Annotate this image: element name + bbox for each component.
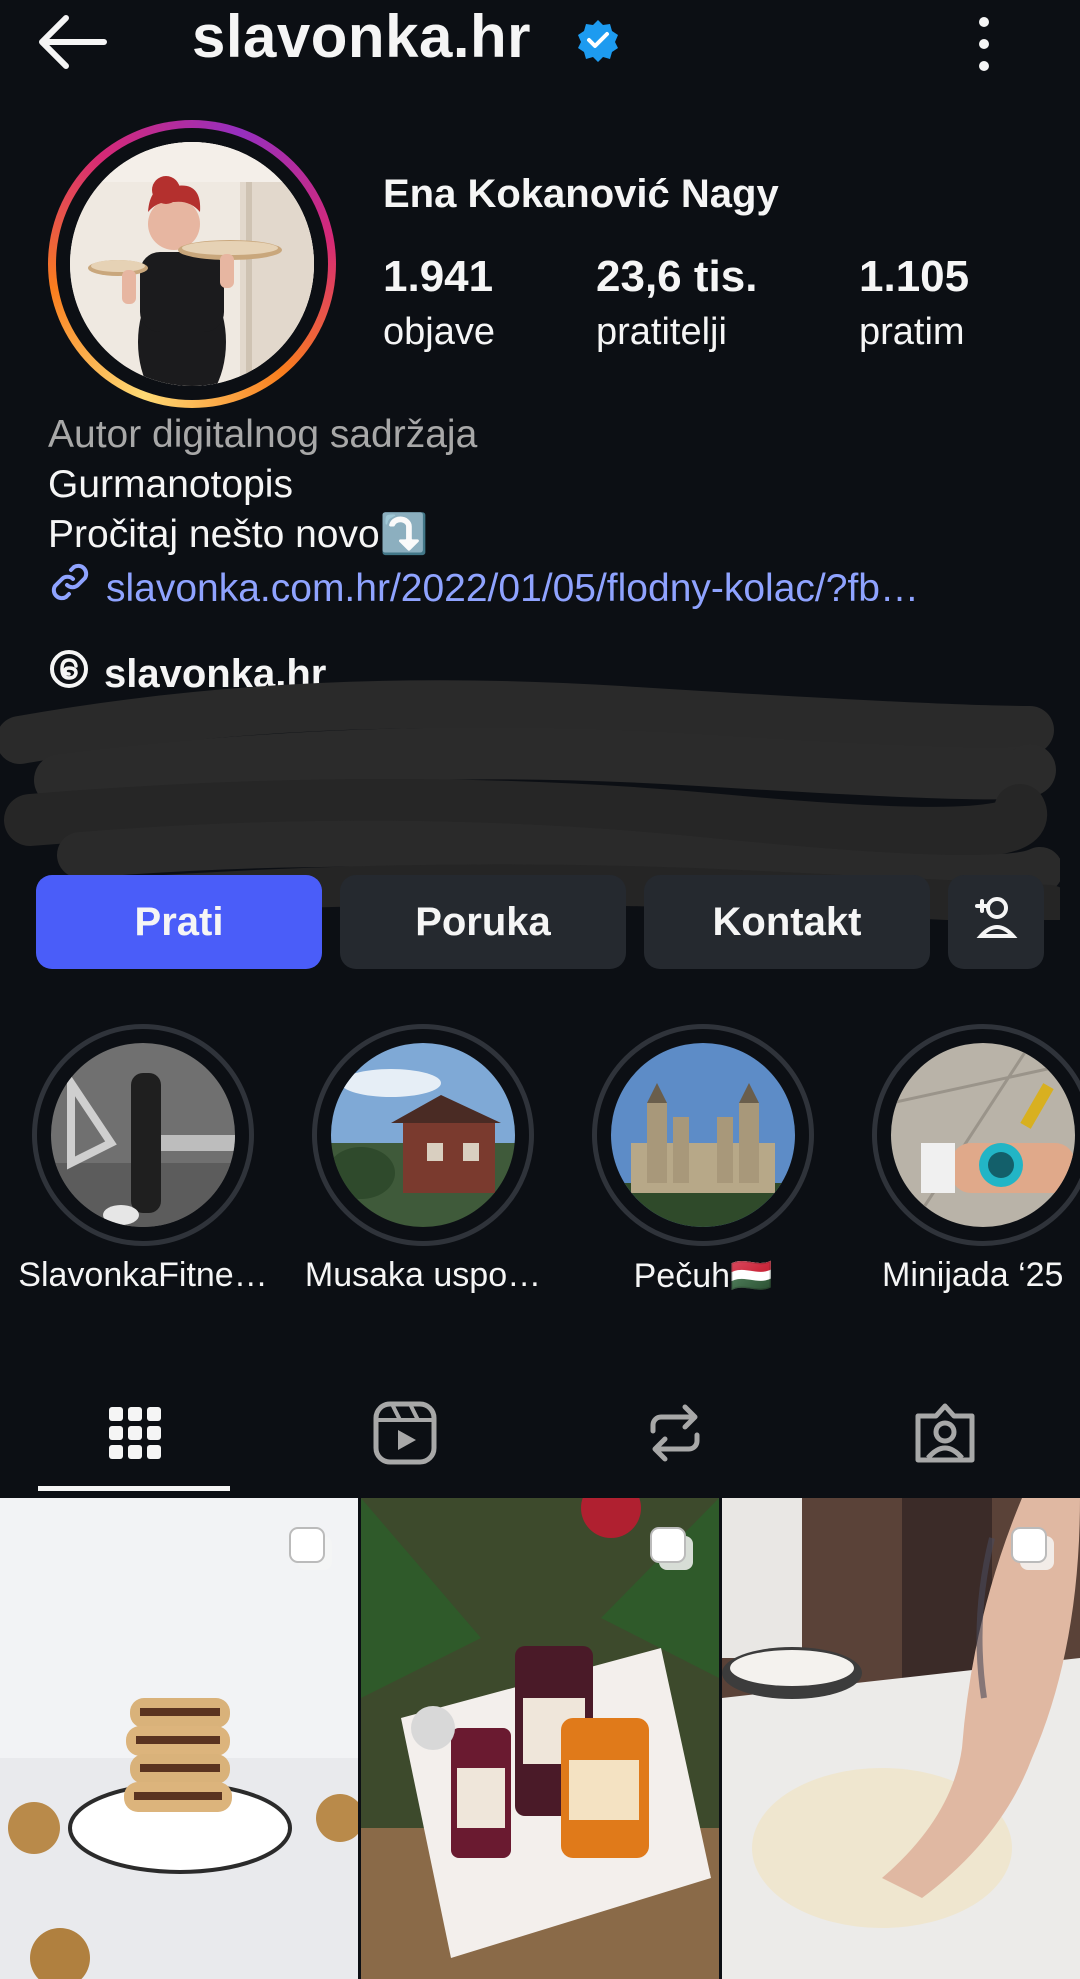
avatar[interactable] [70, 142, 314, 386]
bio: Autor digitalnog sadržaja Gurmanotopis P… [48, 410, 1048, 617]
stat-posts-label: objave [383, 311, 495, 353]
more-options-icon[interactable] [960, 8, 1008, 78]
stat-followers-count: 23,6 tis. [596, 252, 758, 301]
highlight-label: Pečuh🇭🇺 [633, 1257, 773, 1295]
tagged-icon [912, 1400, 978, 1471]
follow-button[interactable]: Prati [36, 875, 322, 969]
stat-following-label: pratim [859, 311, 965, 353]
bio-link-text: slavonka.com.hr/2022/01/05/flodny-kolac/… [106, 566, 919, 610]
grid-icon [107, 1405, 163, 1466]
tab-grid[interactable] [0, 1380, 270, 1490]
multiple-posts-icon [286, 1524, 336, 1574]
bio-line-1: Gurmanotopis [48, 463, 293, 506]
highlight-cover [611, 1043, 795, 1227]
post-thumbnail[interactable] [722, 1498, 1080, 1979]
stat-followers-label: pratitelji [596, 311, 727, 353]
bio-category: Autor digitalnog sadržaja [48, 413, 478, 456]
contact-button[interactable]: Kontakt [644, 875, 930, 969]
post-thumbnail[interactable] [361, 1498, 719, 1979]
tab-reposts[interactable] [540, 1380, 810, 1490]
post-thumbnail[interactable] [0, 1498, 358, 1979]
tab-tagged[interactable] [810, 1380, 1080, 1490]
link-icon [48, 560, 92, 617]
stat-posts[interactable]: 1.941 objave [383, 250, 495, 360]
verified-badge-icon [576, 18, 620, 62]
story-ring[interactable] [48, 120, 336, 408]
highlight-label: Minijada ‘25 [882, 1256, 1064, 1294]
highlight-cover [51, 1043, 235, 1227]
tab-reels[interactable] [270, 1380, 540, 1490]
profile-handle: slavonka.hr [192, 3, 531, 70]
message-button[interactable]: Poruka [340, 875, 626, 969]
stat-following-count: 1.105 [859, 252, 970, 301]
stat-followers[interactable]: 23,6 tis. pratitelji [596, 250, 757, 360]
multiple-posts-icon [647, 1524, 697, 1574]
reels-icon [372, 1400, 438, 1471]
add-user-button[interactable] [948, 875, 1044, 969]
stat-posts-count: 1.941 [383, 252, 494, 301]
highlight-label: Musaka uspo… [304, 1256, 542, 1294]
stat-following[interactable]: 1.105 pratim [859, 250, 969, 360]
highlight-cover [331, 1043, 515, 1227]
back-arrow-icon[interactable] [34, 6, 114, 76]
profile-name: Ena Kokanović Nagy [383, 172, 779, 216]
highlight-label: SlavonkaFitne… [18, 1256, 268, 1294]
bio-line-2: Pročitaj nešto novo⤵️ [48, 513, 429, 556]
profile-page: slavonka.hr Ena Kokanović Nagy 1.941 obj… [0, 0, 1080, 1979]
bio-link[interactable]: slavonka.com.hr/2022/01/05/flodny-kolac/… [48, 560, 1048, 617]
highlight-cover [891, 1043, 1075, 1227]
reposts-icon [643, 1401, 707, 1470]
multiple-posts-icon [1008, 1524, 1058, 1574]
add-person-icon [971, 892, 1021, 952]
top-bar: slavonka.hr [0, 0, 1080, 90]
active-tab-indicator [38, 1486, 230, 1491]
